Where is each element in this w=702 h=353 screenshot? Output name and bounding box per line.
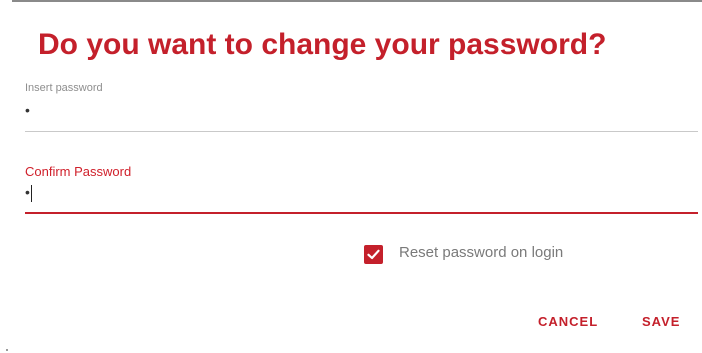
confirm-password-underline bbox=[25, 212, 698, 214]
corner-mark bbox=[6, 349, 8, 351]
confirm-password-label: Confirm Password bbox=[25, 164, 132, 179]
insert-password-input[interactable]: • bbox=[25, 102, 30, 118]
confirm-password-input-wrap[interactable]: • bbox=[25, 184, 32, 202]
text-caret bbox=[30, 184, 32, 202]
reset-password-checkbox[interactable] bbox=[364, 245, 383, 264]
dialog-title: Do you want to change your password? bbox=[38, 28, 607, 61]
insert-password-label: Insert password bbox=[25, 82, 103, 94]
confirm-password-field[interactable]: Confirm Password • bbox=[25, 164, 698, 216]
insert-password-underline bbox=[25, 131, 698, 132]
checkmark-icon bbox=[367, 249, 380, 260]
reset-password-label: Reset password on login bbox=[399, 244, 564, 261]
confirm-password-input[interactable]: • bbox=[25, 184, 30, 200]
insert-password-field[interactable]: Insert password • bbox=[25, 82, 698, 134]
save-button[interactable]: SAVE bbox=[642, 314, 680, 329]
cancel-button[interactable]: CANCEL bbox=[538, 314, 598, 329]
change-password-dialog: Do you want to change your password? Ins… bbox=[0, 0, 702, 353]
